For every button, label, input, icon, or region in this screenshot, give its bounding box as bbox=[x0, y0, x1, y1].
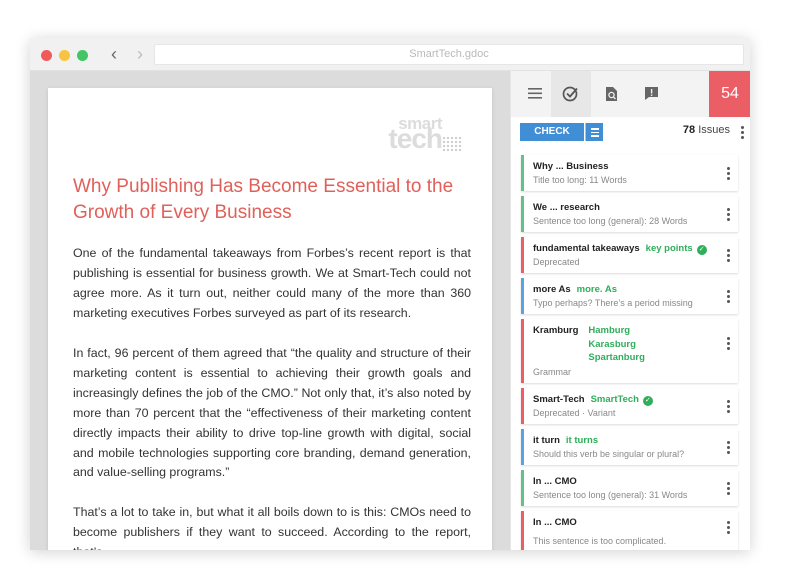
logo-dots bbox=[442, 136, 462, 152]
card-menu-icon[interactable] bbox=[727, 290, 730, 303]
issue-description: This sentence is too complicated. bbox=[533, 535, 667, 546]
menu-button[interactable] bbox=[517, 71, 553, 117]
check-action-row: CHECK 78 Issues bbox=[511, 117, 750, 148]
check-options-button[interactable] bbox=[585, 123, 603, 141]
suggestion-link[interactable]: key points bbox=[646, 243, 693, 254]
paragraph-2[interactable]: In fact, 96 percent of them agreed that … bbox=[73, 344, 471, 483]
check-tab[interactable] bbox=[551, 71, 591, 117]
document-title[interactable]: Why Publishing Has Become Essential to t… bbox=[73, 174, 473, 226]
card-menu-icon[interactable] bbox=[727, 208, 730, 221]
card-menu-icon[interactable] bbox=[727, 481, 730, 495]
suggestion-link[interactable]: Spartanburg bbox=[588, 351, 644, 365]
issues-count: 78 Issues bbox=[683, 124, 730, 136]
issue-card[interactable]: it turn it turns Should this verb be sing… bbox=[521, 428, 738, 465]
suggestion-link[interactable]: Hamburg bbox=[588, 324, 644, 338]
comment-tab[interactable] bbox=[633, 71, 669, 117]
logo-text-bottom: tech bbox=[388, 123, 443, 154]
issue-title: more As bbox=[533, 284, 571, 295]
score-badge: 54 bbox=[709, 71, 750, 117]
issues-number: 78 bbox=[682, 124, 696, 136]
issues-label: Issues bbox=[698, 124, 730, 136]
issue-description: Deprecated · Variant bbox=[533, 407, 616, 418]
check-circle-icon bbox=[562, 86, 578, 102]
suggestion-link[interactable]: Karasburg bbox=[588, 338, 644, 352]
issue-title: In ... CMO bbox=[533, 516, 577, 528]
check-panel: 54 CHECK 78 Issues Why ... Business Titl… bbox=[510, 71, 750, 550]
issue-card[interactable]: In ... CMO This sentence is too complica… bbox=[521, 510, 738, 550]
issue-description: Grammar bbox=[533, 366, 571, 377]
issue-description: Title too long: 11 Words bbox=[533, 175, 627, 185]
suggestion-link[interactable]: it turns bbox=[566, 435, 598, 446]
issue-card[interactable]: fundamental takeaways key points ✓ Depreca… bbox=[521, 237, 738, 273]
issue-card[interactable]: Why ... Business Title too long: 11 Word… bbox=[521, 155, 738, 191]
issue-description: Should this verb be singular or plural? bbox=[533, 448, 685, 459]
title-bar: ‹ › SmartTech.gdoc bbox=[30, 38, 750, 71]
card-menu-icon[interactable] bbox=[727, 167, 730, 180]
check-button[interactable]: CHECK bbox=[520, 123, 584, 141]
issue-title-row: fundamental takeaways key points ✓ bbox=[533, 242, 716, 255]
issue-title: Kramburg bbox=[533, 325, 579, 336]
app-window: ‹ › SmartTech.gdoc smart tech Why Publis… bbox=[30, 38, 750, 550]
checkmark-icon: ✓ bbox=[642, 395, 653, 406]
issue-title: Smart-Tech bbox=[533, 393, 585, 405]
suggestion-link[interactable]: more. As bbox=[577, 284, 617, 295]
card-menu-icon[interactable] bbox=[727, 249, 730, 262]
paragraph-3[interactable]: That’s a lot to take in, but what it all… bbox=[73, 503, 471, 550]
issue-description: Typo perhaps? There’s a period missing bbox=[533, 298, 693, 308]
document-area: smart tech Why Publishing Has Become Ess… bbox=[30, 71, 510, 550]
comment-alert-icon bbox=[645, 87, 658, 100]
smarttech-logo: smart tech bbox=[376, 114, 462, 154]
suggestion-list: Hamburg Karasburg Spartanburg bbox=[588, 324, 644, 365]
maximize-window-button[interactable] bbox=[77, 50, 88, 61]
issue-description: Sentence too long (general): 31 Words bbox=[533, 489, 688, 500]
issue-title: fundamental takeaways bbox=[533, 243, 640, 254]
issue-title-row: Kramburg Hamburg Karasburg Spartanburg bbox=[533, 324, 716, 365]
issue-card[interactable]: We ... research Sentence too long (gener… bbox=[521, 196, 738, 232]
issue-card[interactable]: Smart-Tech SmartTech ✓ Deprecated · Varian… bbox=[521, 387, 738, 424]
issue-title-row: more As more. As bbox=[533, 283, 716, 296]
card-menu-icon[interactable] bbox=[727, 520, 730, 534]
issue-description: Deprecated bbox=[533, 257, 580, 267]
forward-chevron-icon[interactable]: › bbox=[129, 44, 151, 66]
hamburger-icon bbox=[528, 88, 542, 99]
back-chevron-icon[interactable]: ‹ bbox=[103, 44, 125, 66]
suggestion-link[interactable]: SmartTech bbox=[591, 394, 639, 405]
issue-card[interactable]: Kramburg Hamburg Karasburg Spartanburg Gram… bbox=[521, 319, 738, 383]
document-search-icon bbox=[606, 87, 617, 101]
issue-list: Why ... Business Title too long: 11 Word… bbox=[521, 155, 741, 550]
document-search-tab[interactable] bbox=[593, 71, 629, 117]
minimize-window-button[interactable] bbox=[59, 50, 70, 61]
issue-card[interactable]: more As more. As Typo perhaps? There’s a … bbox=[521, 278, 738, 314]
issue-card[interactable]: In ... CMO Sentence too long (general): … bbox=[521, 469, 738, 506]
card-menu-icon[interactable] bbox=[727, 337, 730, 350]
panel-toolbar: 54 bbox=[511, 71, 750, 117]
issue-title: In ... CMO bbox=[533, 475, 577, 487]
issue-title-row: it turn it turns bbox=[533, 434, 716, 447]
address-bar[interactable]: SmartTech.gdoc bbox=[154, 44, 744, 65]
more-options-icon[interactable] bbox=[741, 126, 744, 139]
issue-description: Sentence too long (general): 28 Words bbox=[533, 216, 688, 226]
document-page: smart tech Why Publishing Has Become Ess… bbox=[48, 88, 492, 550]
card-menu-icon[interactable] bbox=[727, 399, 730, 413]
issue-title: it turn bbox=[533, 434, 560, 446]
checkmark-icon: ✓ bbox=[696, 245, 707, 255]
issue-title: Why ... Business bbox=[533, 161, 609, 172]
issue-title: We ... research bbox=[533, 202, 600, 213]
paragraph-1[interactable]: One of the fundamental takeaways from Fo… bbox=[73, 244, 471, 324]
card-menu-icon[interactable] bbox=[727, 440, 730, 454]
issue-title-row: Smart-Tech SmartTech ✓ bbox=[533, 393, 716, 406]
close-window-button[interactable] bbox=[41, 50, 52, 61]
